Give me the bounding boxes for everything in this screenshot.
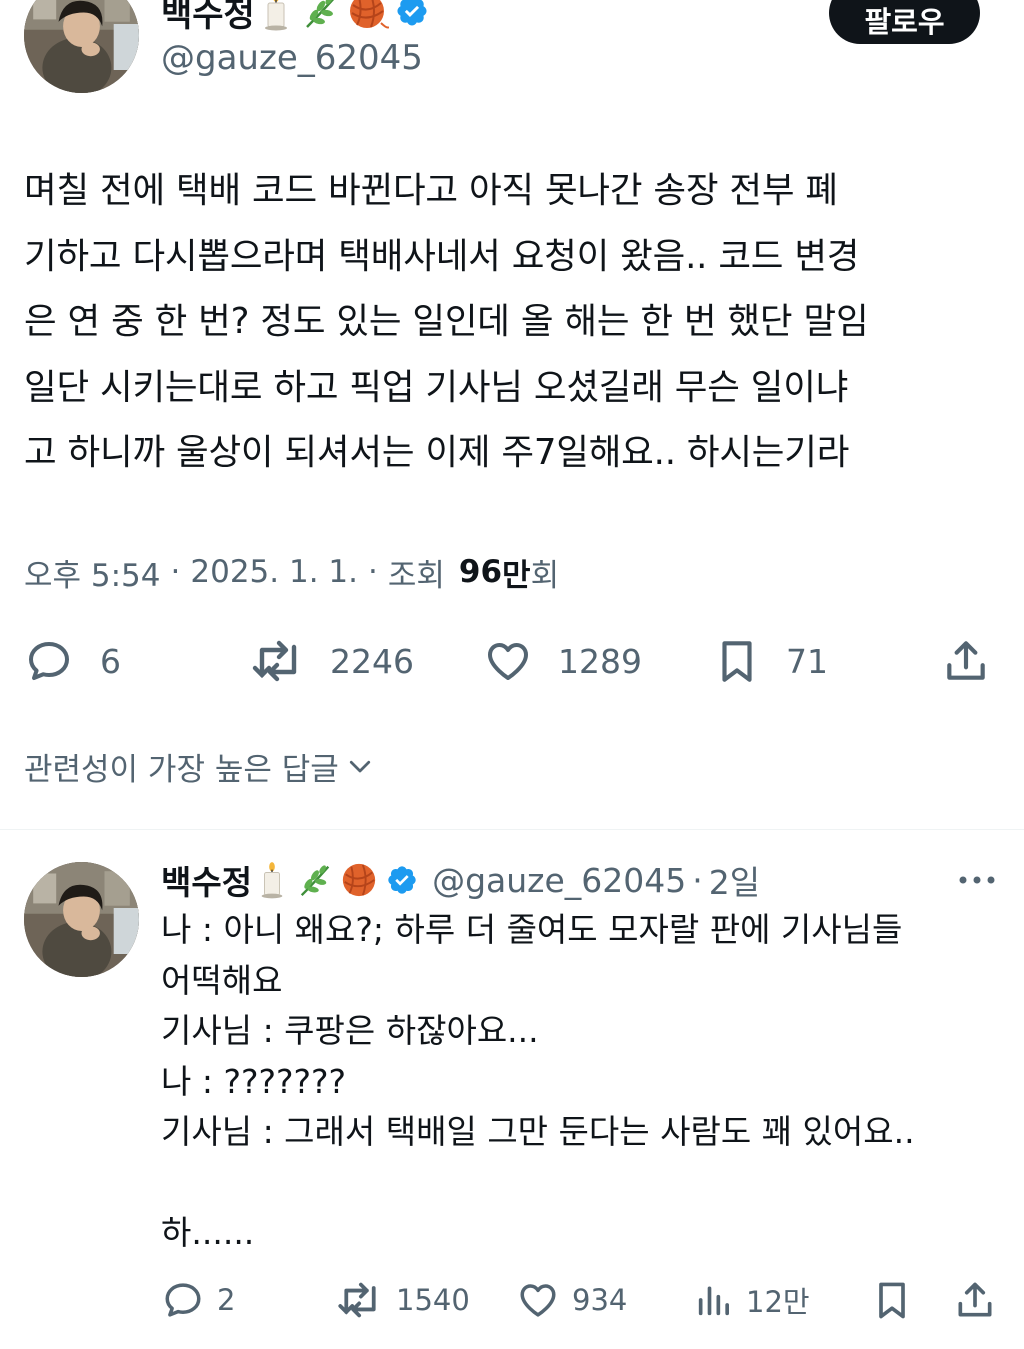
reply-text-line: 어떡해요 <box>161 960 283 1000</box>
reply-text-line: 나 : ??????? <box>161 1061 347 1101</box>
reply-icon <box>165 1283 201 1317</box>
meta-separator: · <box>367 554 378 590</box>
main-tweet-header: 백수정 @gauze_62045 팔로우 <box>0 0 1024 110</box>
follow-button[interactable]: 팔로우 <box>829 0 980 44</box>
share-icon <box>958 1282 992 1317</box>
tweet-text-line: 일단 시키는대로 하고 픽업 기사님 오셨길래 무슨 일이냐 <box>24 366 849 408</box>
sort-label: 관련성이 가장 높은 답글 <box>24 751 339 788</box>
author-handle[interactable]: @gauze_62045 <box>161 38 423 78</box>
verified-badge-icon <box>388 866 416 894</box>
reply-author-handle[interactable]: @gauze_62045 <box>432 861 686 900</box>
divider <box>0 829 1024 830</box>
reply-sort-selector[interactable]: 관련성이 가장 높은 답글 <box>24 744 377 788</box>
repost-action[interactable]: 2246 <box>250 636 414 686</box>
bookmark-icon <box>879 1282 905 1319</box>
author-name-row[interactable]: 백수정 <box>161 0 429 36</box>
reply-author-display-name[interactable]: 백수정 <box>161 856 252 904</box>
analytics-icon <box>698 1286 729 1316</box>
tweet-text-line: 며칠 전에 택배 코드 바뀐다고 아직 못나간 송장 전부 폐 <box>24 170 838 211</box>
chevron-down-icon <box>349 760 370 773</box>
tweet-date[interactable]: 2025. 1. 1. <box>190 554 358 590</box>
reply-header: 백수정 @gauze_62045 · 2일 <box>161 856 760 904</box>
views-count: 12만 <box>746 1285 810 1319</box>
tweet-text-line: 은 연 중 한 번? 정도 있는 일인데 올 해는 한 번 했단 말임 <box>24 301 869 342</box>
tweet-text: 며칠 전에 택배 코드 바뀐다고 아직 못나간 송장 전부 폐 기하고 다시뽑으… <box>24 158 1009 486</box>
reply-reply-action[interactable]: 2 <box>161 1279 235 1321</box>
herb-icon <box>305 0 334 28</box>
verified-badge-icon <box>397 0 427 26</box>
share-button[interactable] <box>940 636 992 686</box>
meta-separator: · <box>170 554 181 590</box>
share-icon <box>947 641 985 680</box>
reply-repost-action[interactable]: 1540 <box>336 1279 470 1321</box>
candle-icon <box>264 0 287 31</box>
more-icon <box>959 876 995 884</box>
heart-icon <box>488 643 528 680</box>
reply-text-line: 나 : 아니 왜요?; 하루 더 줄여도 모자랄 판에 기사님들 <box>161 910 903 949</box>
views-suffix: 회 <box>530 557 560 594</box>
bookmark-action[interactable]: 71 <box>712 636 828 686</box>
reply-action[interactable]: 6 <box>24 636 121 686</box>
herb-icon <box>300 865 330 897</box>
reply-time[interactable]: 2일 <box>709 856 760 904</box>
views-count[interactable]: 96 <box>459 554 502 590</box>
author-avatar[interactable] <box>24 0 139 93</box>
views-unit[interactable]: 만 <box>502 550 531 595</box>
tweet-text-line: 고 하니까 울상이 되셔서는 이제 주7일해요.. 하시는기라 <box>24 432 850 473</box>
reply-like-action[interactable]: 934 <box>516 1279 627 1321</box>
more-options-button[interactable] <box>955 866 999 894</box>
repost-icon <box>338 1282 376 1318</box>
like-action[interactable]: 1289 <box>482 636 642 686</box>
views-label: 조회 <box>387 557 445 594</box>
repost-count: 2246 <box>330 641 414 681</box>
name-emojis <box>256 861 380 899</box>
reply-count: 2 <box>217 1283 236 1317</box>
reply-text-line: 기사님 : 쿠팡은 하잖아요... <box>161 1011 539 1050</box>
yarn-icon <box>349 0 389 29</box>
bookmark-count: 71 <box>786 641 828 681</box>
reply-text-line: 기사님 : 그래서 택배일 그만 둔다는 사람도 꽤 있어요.. <box>161 1112 915 1151</box>
reply-bookmark-action[interactable] <box>870 1277 914 1323</box>
author-display-name[interactable]: 백수정 <box>161 0 255 36</box>
candle-icon <box>261 862 283 899</box>
repost-icon <box>252 640 297 682</box>
reply-text-line: 하...... <box>161 1213 255 1252</box>
like-count: 1289 <box>558 641 642 681</box>
reply-text-line <box>161 1158 1011 1209</box>
reply-views-action[interactable]: 12만 <box>694 1279 810 1321</box>
repost-count: 1540 <box>396 1283 470 1317</box>
name-emojis <box>259 0 389 31</box>
meta-separator: · <box>692 860 703 900</box>
tweet-time[interactable]: 오후 5:54 <box>24 550 161 595</box>
reply-count: 6 <box>100 641 121 681</box>
reply-author-avatar[interactable] <box>24 862 139 977</box>
bookmark-icon <box>722 641 752 682</box>
tweet-meta: 오후 5:54 · 2025. 1. 1. · 조회 96 만 회 <box>24 550 559 594</box>
yarn-icon <box>342 863 376 897</box>
reply-share-button[interactable] <box>953 1277 997 1323</box>
reply-text: 나 : 아니 왜요?; 하루 더 줄여도 모자랄 판에 기사님들 어떡해요 기사… <box>161 905 1011 1259</box>
like-count: 934 <box>572 1283 628 1317</box>
heart-icon <box>520 1284 556 1317</box>
reply-icon <box>29 642 69 680</box>
tweet-text-line: 기하고 다시뽑으라며 택배사네서 요청이 왔음.. 코드 변경 <box>24 235 860 277</box>
